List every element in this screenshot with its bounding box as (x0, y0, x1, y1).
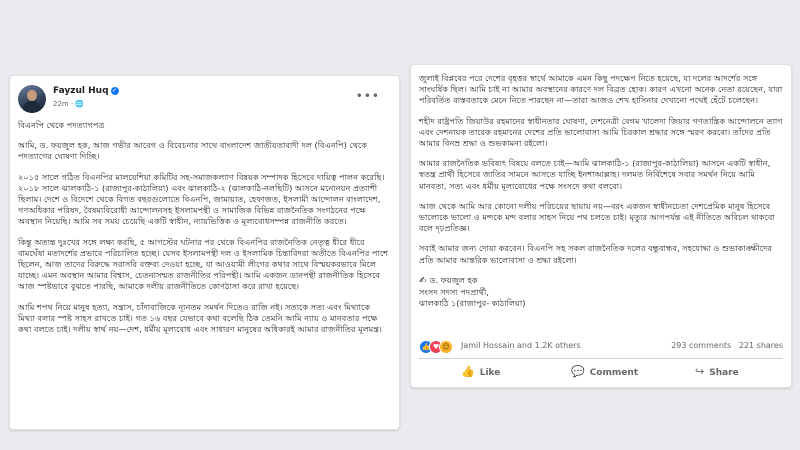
signature-name: ড. ফয়জুল হক (429, 274, 478, 285)
post-card-left: Fayzul Huq ✓ 22m · 🌐 ••• বিএনপি থেকে পদত্… (9, 75, 400, 430)
comment-label: Comment (589, 368, 639, 378)
like-button[interactable]: 👍 Like (461, 361, 500, 383)
signature-block: ✍ ড. ফয়জুল হক সংসদ সদস্য পদপ্রার্থী, ঝাল… (419, 275, 783, 310)
post-card-right: জুলাই বিপ্লবের পরে দেশের বৃহত্তর স্বার্থ… (410, 64, 792, 388)
comment-count[interactable]: 293 comments (671, 341, 731, 350)
post-time[interactable]: 22m (53, 100, 69, 108)
avatar[interactable] (18, 85, 46, 113)
post-paragraph: আমি শপথ নিয়ে মানুষ হত্যা, সন্ত্রাস, চাঁ… (18, 301, 382, 335)
thumbs-up-icon: 👍 (461, 365, 475, 378)
divider (419, 358, 783, 359)
author-name-text[interactable]: Fayzul Huq (53, 86, 109, 96)
share-button[interactable]: ↪ Share (695, 361, 739, 383)
share-count[interactable]: 221 shares (739, 341, 783, 350)
post-paragraph: ২০১৫ সালে গঠিত বিএনপির মালয়েশিয়া কমিটি… (18, 171, 385, 227)
globe-icon: 🌐 (75, 100, 85, 108)
like-label: Like (479, 368, 501, 378)
signature-area: ঝালকাঠি ১(রাজাপুর- কাঠালিয়া) (419, 298, 526, 309)
post-body-left: বিএনপি থেকে পদত্যাগপত্র আমি, ড. ফয়জুল হ… (18, 120, 388, 335)
share-arrow-icon: ↪ (695, 365, 705, 378)
more-options-icon[interactable]: ••• (356, 89, 380, 103)
comment-bubble-icon: 💬 (571, 365, 585, 378)
post-paragraph: সবাই আমার জন্য দোয়া করবেন। বিএনপি সহ সক… (419, 243, 772, 265)
post-paragraph: কিন্তু অত্যন্ত দুঃখের সঙ্গে লক্ষ্য করছি,… (18, 236, 389, 292)
author-name[interactable]: Fayzul Huq ✓ (53, 86, 119, 96)
post-meta: 22m · 🌐 (53, 100, 85, 108)
verified-badge-icon: ✓ (110, 87, 119, 95)
post-paragraph: আজ থেকে আমি আর কোনো দলীয় পরিচয়ের ছায়া… (419, 200, 775, 234)
engagement-counts: 293 comments 221 shares (671, 341, 783, 350)
reactions-bar: 👍 ♥ ☺ Jamil Hossain and 1.2K others 293 co… (419, 339, 783, 355)
reaction-icons[interactable]: 👍 ♥ ☺ (419, 340, 453, 354)
post-paragraph: আমি, ড. ফয়জুল হক, আজ গভীর আবেগ ও বিবেচন… (18, 140, 368, 162)
signature-title: সংসদ সদস্য পদপ্রার্থী, (419, 287, 489, 298)
post-paragraph: বিএনপি থেকে পদত্যাগপত্র (18, 120, 105, 130)
post-body-right: জুলাই বিপ্লবের পরে দেশের বৃহত্তর স্বার্থ… (419, 73, 783, 309)
share-label: Share (709, 368, 739, 378)
comment-button[interactable]: 💬 Comment (571, 361, 638, 383)
post-header: Fayzul Huq ✓ 22m · 🌐 ••• (18, 85, 388, 115)
post-paragraph: জুলাই বিপ্লবের পরে দেশের বৃহত্তর স্বার্থ… (419, 73, 783, 106)
writing-hand-icon: ✍ (419, 275, 427, 286)
reaction-summary[interactable]: Jamil Hossain and 1.2K others (461, 341, 581, 350)
post-paragraph: শহীদ রাষ্ট্রপতি জিয়াউর রহমানের স্বাধীনত… (419, 115, 783, 149)
post-actions: 👍 Like 💬 Comment ↪ Share (419, 361, 783, 383)
post-paragraph: আমার রাজনৈতিক ভবিষ্যৎ বিষয়ে বলতে চাই—আম… (419, 158, 771, 191)
care-reaction-icon: ☺ (439, 340, 453, 354)
